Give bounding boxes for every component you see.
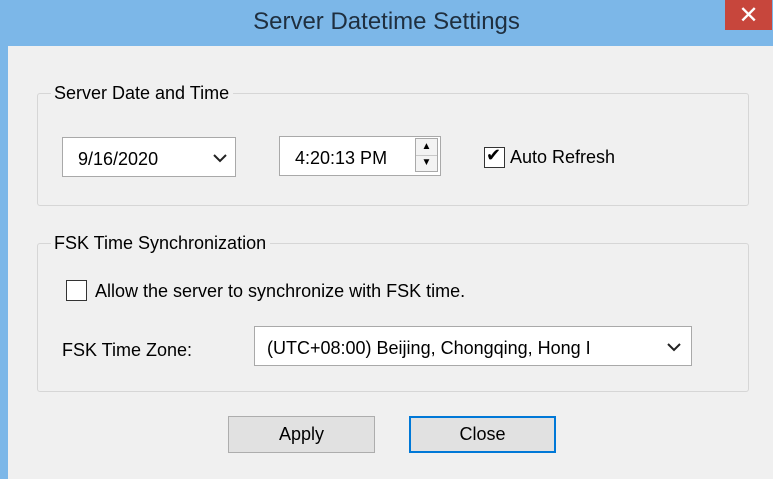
fsk-sync-legend: FSK Time Synchronization — [51, 232, 271, 254]
chevron-down-icon[interactable] — [213, 153, 227, 163]
close-window-button[interactable]: ✕ — [725, 0, 772, 30]
server-date-time-legend: Server Date and Time — [51, 82, 234, 104]
allow-sync-label[interactable]: Allow the server to synchronize with FSK… — [95, 281, 465, 302]
allow-sync-checkbox[interactable] — [66, 280, 87, 301]
auto-refresh-checkbox[interactable]: ✔ — [484, 145, 505, 168]
checkmark-icon: ✔ — [486, 145, 502, 166]
triangle-down-icon[interactable]: ▼ — [416, 155, 437, 171]
time-value: 4:20:13 PM — [295, 148, 388, 168]
close-button[interactable]: Close — [409, 416, 556, 453]
dialog-title: Server Datetime Settings — [253, 8, 520, 35]
date-value: 9/16/2020 — [78, 149, 159, 169]
fsk-time-zone-label: FSK Time Zone: — [62, 340, 193, 360]
time-spinner[interactable]: ▲ ▼ — [415, 138, 438, 172]
time-zone-value: (UTC+08:00) Beijing, Chongqing, Hong I — [267, 338, 591, 358]
apply-button[interactable]: Apply — [228, 416, 375, 453]
time-zone-dropdown[interactable]: (UTC+08:00) Beijing, Chongqing, Hong I — [254, 326, 692, 366]
auto-refresh-label[interactable]: Auto Refresh — [510, 147, 615, 168]
close-icon: ✕ — [738, 1, 759, 29]
title-bar[interactable]: Server Datetime Settings ✕ — [0, 0, 773, 46]
chevron-down-icon[interactable] — [667, 342, 681, 352]
date-picker[interactable]: 9/16/2020 — [62, 137, 236, 177]
dialog-window: Server Datetime Settings ✕ Server Date a… — [0, 0, 773, 479]
fsk-sync-group: FSK Time Synchronization — [37, 232, 749, 392]
triangle-up-icon[interactable]: ▲ — [416, 139, 437, 156]
